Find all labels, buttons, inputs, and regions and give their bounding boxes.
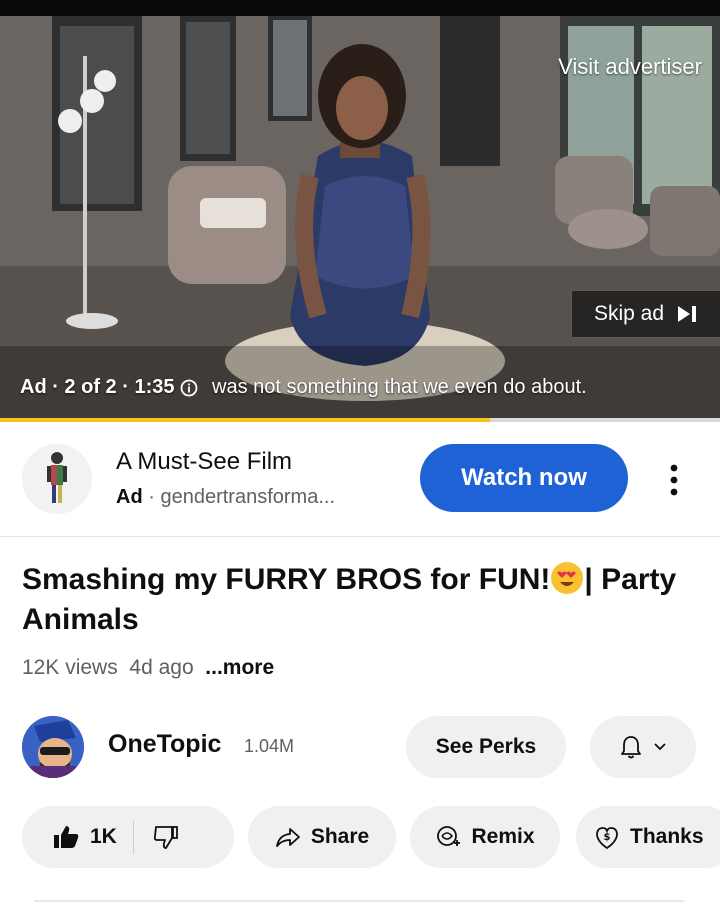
svg-text:$: $ [604,832,611,843]
ad-status: Ad · 2 of 2 · 1:35 [20,376,198,399]
channel-avatar-art [22,716,84,778]
section-divider [34,900,684,902]
ad-domain: gendertransforma... [160,486,335,508]
like-dislike-group: 1K [22,806,234,868]
like-separator [132,820,134,854]
ad-progress-fill [0,418,490,422]
video-meta[interactable]: 12K views 4d ago ...more [22,656,274,680]
upload-age: 4d ago [129,656,194,679]
remix-icon [437,826,461,846]
channel-name[interactable]: OneTopic [108,730,221,759]
divider [0,536,720,537]
ad-card[interactable]: A Must-See Film Ad · gendertransforma...… [0,430,720,536]
share-icon [275,828,300,847]
visit-advertiser-link[interactable]: Visit advertiser [558,54,702,80]
thumbs-up-icon[interactable] [52,824,80,850]
video-title-text: Smashing my FURRY BROS for FUN! [22,563,551,596]
status-bar [0,0,720,16]
ad-progress-bar [0,418,720,422]
share-label: Share [310,825,370,848]
info-icon[interactable] [180,379,198,397]
ad-status-text: Ad · 2 of 2 · 1:35 [20,376,175,398]
video-caption: was not something that we even do about. [212,376,587,398]
ad-badge: Ad [116,486,143,508]
view-count: 12K views [22,656,118,679]
ad-avatar [22,444,92,514]
subscriber-count: 1.04M [244,736,295,756]
like-count[interactable]: 1K [90,825,117,849]
ad-title[interactable]: A Must-See Film [116,448,292,476]
bell-icon [621,736,641,759]
notification-button[interactable] [590,716,696,778]
chevron-down-icon [654,743,666,751]
thanks-label: Thanks [630,825,704,848]
skip-next-icon [678,306,697,322]
remix-label: Remix [471,825,535,848]
watch-now-button[interactable]: Watch now [420,444,628,512]
action-bar: 1K Share Remix $ Thanks [0,806,720,872]
see-perks-button[interactable]: See Perks [406,716,566,778]
remix-button[interactable]: Remix [410,806,560,868]
channel-avatar[interactable] [22,716,84,778]
video-title[interactable]: Smashing my FURRY BROS for FUN! | Party … [22,560,702,640]
thumbs-down-icon[interactable] [152,824,180,850]
more-link[interactable]: ...more [205,656,274,679]
share-button[interactable]: Share [248,806,396,868]
skip-ad-button[interactable]: Skip ad [571,290,720,338]
video-player[interactable]: Visit advertiser Skip ad Ad · 2 of 2 · 1… [0,16,720,418]
skip-ad-label: Skip ad [593,302,665,325]
film-figure-icon [47,452,67,503]
ad-separator: · [148,486,155,508]
heart-eyes-emoji [551,562,584,594]
channel-row: OneTopic 1.04M See Perks [0,712,720,782]
more-vertical-icon[interactable] [662,460,686,500]
super-thanks-icon: $ [596,827,618,850]
ad-meta: Ad · gendertransforma... [116,486,335,509]
thanks-button[interactable]: $ Thanks [576,806,720,868]
